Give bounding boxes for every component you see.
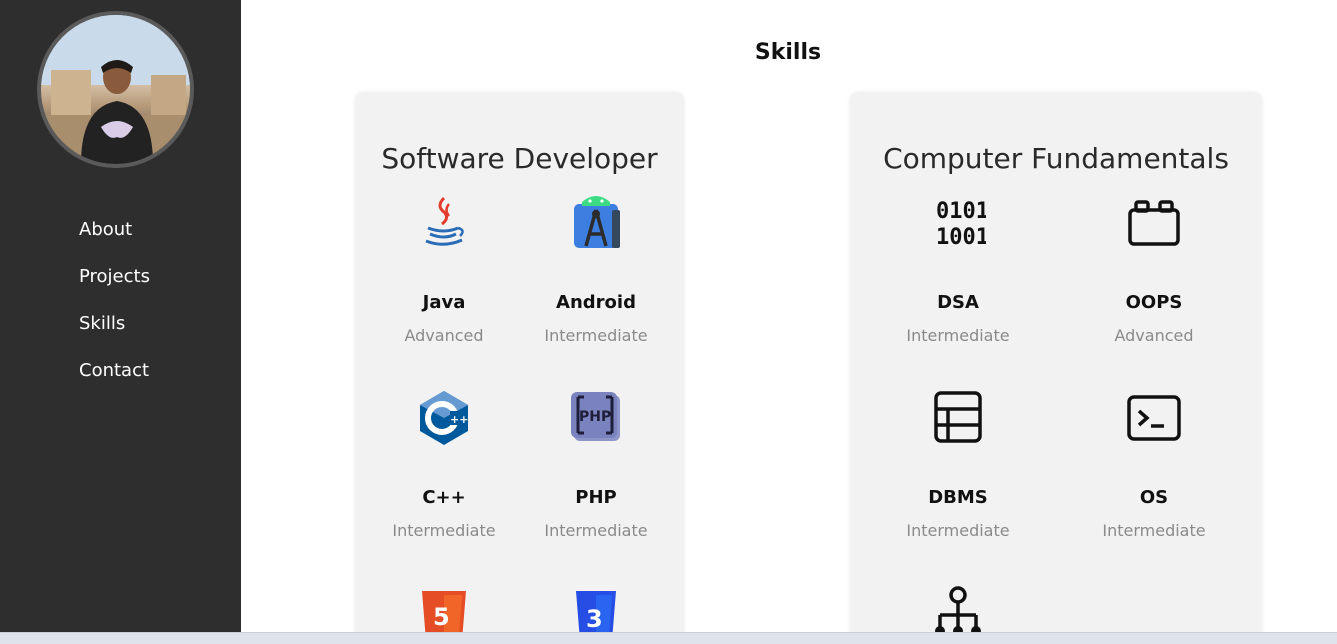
main-content: Skills Software Developer Java Advanced [241, 0, 1337, 644]
skill-level: Intermediate [1102, 521, 1206, 540]
skill-level: Intermediate [544, 521, 648, 540]
sidebar-nav: About Projects Skills Contact [79, 215, 150, 403]
android-studio-icon [574, 196, 620, 248]
svg-text:3: 3 [586, 605, 603, 633]
skill-name: PHP [575, 487, 617, 508]
page-title: Skills [754, 40, 822, 65]
nav-about[interactable]: About [79, 215, 150, 262]
skill-level: Intermediate [906, 521, 1010, 540]
svg-text:0101: 0101 [936, 199, 986, 224]
avatar [37, 11, 194, 168]
java-icon [425, 196, 464, 246]
svg-text:5: 5 [433, 603, 450, 631]
skill-name: OS [1139, 487, 1169, 508]
skills-card-software: Software Developer Java Advanced Android… [355, 92, 684, 644]
svg-text:++: ++ [450, 413, 468, 426]
box-icon [1128, 200, 1180, 246]
svg-text:PHP: PHP [579, 409, 611, 425]
table-icon [934, 391, 982, 443]
card-title: Computer Fundamentals [883, 142, 1229, 175]
skill-name: OOPS [1125, 292, 1183, 313]
skill-level: Advanced [1114, 326, 1194, 345]
skill-name: Android [556, 292, 636, 313]
skills-card-fundamentals: Computer Fundamentals 0101 1001 DSA Inte… [850, 92, 1262, 644]
skill-level: Intermediate [906, 326, 1010, 345]
php-icon: PHP [571, 392, 620, 441]
card-title: Software Developer [381, 142, 658, 175]
cpp-icon: ++ [420, 391, 468, 445]
nav-projects[interactable]: Projects [79, 262, 150, 309]
skill-level: Intermediate [544, 326, 648, 345]
skill-name: DSA [937, 292, 979, 313]
skill-name: DBMS [928, 487, 988, 508]
sidebar: About Projects Skills Contact [0, 0, 241, 644]
nav-skills[interactable]: Skills [79, 309, 150, 356]
svg-text:1001: 1001 [936, 225, 986, 250]
terminal-icon [1127, 395, 1181, 441]
window-bottom-bar [0, 632, 1337, 644]
binary-icon: 0101 1001 [936, 199, 986, 250]
nav-contact[interactable]: Contact [79, 356, 150, 403]
profile-photo [41, 15, 190, 164]
